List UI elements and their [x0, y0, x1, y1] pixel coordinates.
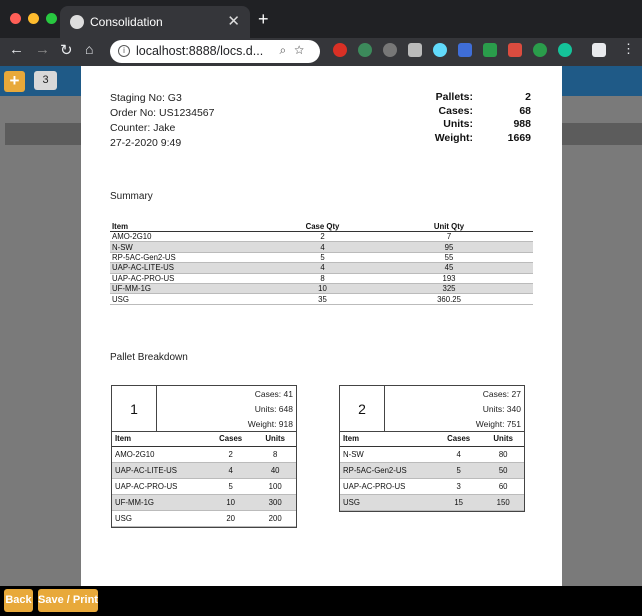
back-arrow-icon[interactable]: ←	[9, 41, 24, 58]
pallet-table: Item Cases Units N-SW 4 80 RP-5AC-Gen2-US 5…	[340, 432, 524, 511]
table-row: UAP-AC-PRO-US 8 193	[110, 273, 533, 284]
table-row: USG 35 360.25	[110, 293, 533, 305]
pallet-breakdown-title: Pallet Breakdown	[110, 352, 188, 363]
extension-box-icon[interactable]	[408, 43, 422, 57]
staging-number: Staging No: G3	[110, 92, 182, 104]
table-row: UAP-AC-PRO-US 5 100	[112, 478, 296, 495]
omnibox-actions: ⌕☆	[279, 43, 312, 58]
table-row: UF-MM-1G 10 300	[112, 494, 296, 511]
pallet-header: 1 Cases: 41 Units: 648 Weight: 918	[112, 386, 296, 432]
forward-arrow-icon[interactable]: →	[35, 41, 50, 58]
summary-header-item: Item	[110, 222, 280, 232]
address-bar[interactable]: i localhost:8888/locs.d... ⌕☆	[110, 40, 320, 63]
total-weight: Weight: 1669	[434, 131, 531, 144]
pallet-header-cases: Cases	[435, 432, 483, 447]
extension-badge-icon[interactable]	[358, 43, 372, 57]
url-text: localhost:8888/locs.d...	[136, 44, 264, 58]
extension-check-icon[interactable]	[483, 43, 497, 57]
table-row: AMO-2G10 2 7	[110, 231, 533, 243]
pallet-number: 2	[340, 386, 385, 431]
consolidation-document: Staging No: G3 Order No: US1234567 Count…	[81, 66, 562, 586]
extension-green-dot-icon[interactable]	[533, 43, 547, 57]
total-units: Units: 988	[443, 118, 531, 130]
table-row: N-SW 4 80	[340, 446, 524, 463]
pallet-card-1: 1 Cases: 41 Units: 648 Weight: 918 Item …	[111, 385, 297, 528]
extension-window-icon[interactable]	[592, 43, 606, 57]
tab-title: Consolidation	[90, 15, 163, 29]
total-cases: Cases: 68	[438, 104, 531, 117]
summary-header-case-qty: Case Qty	[280, 222, 365, 232]
table-row: N-SW 4 95	[110, 241, 533, 253]
table-row: UAP-AC-LITE-US 4 45	[110, 262, 533, 274]
favicon-icon	[70, 15, 84, 29]
pallet-table: Item Cases Units AMO-2G10 2 8 UAP-AC-LITE-…	[112, 432, 296, 527]
extension-todoist-icon[interactable]	[508, 43, 522, 57]
pallet-header-cases: Cases	[207, 432, 255, 447]
summary-title: Summary	[110, 191, 153, 202]
close-tab-icon[interactable]: ✕	[227, 12, 240, 30]
browser-menu-icon[interactable]: ⋮	[622, 41, 635, 57]
summary-header-unit-qty: Unit Qty	[365, 222, 533, 232]
zoom-icon[interactable]: ⌕	[279, 43, 294, 57]
summary-table: Item Case Qty Unit Qty AMO-2G10 2 7 N-SW 4 9…	[110, 222, 533, 305]
footer-bar: Back Save / Print	[0, 586, 642, 616]
counter-name: Counter: Jake	[110, 122, 176, 134]
extension-lightbulb-icon[interactable]	[383, 43, 397, 57]
table-row: UAP-AC-LITE-US 4 40	[112, 462, 296, 479]
pallet-header-units: Units	[254, 432, 296, 447]
pallet-stats: Cases: 41 Units: 648 Weight: 918	[157, 386, 296, 431]
extension-stop-icon[interactable]	[333, 43, 347, 57]
window-controls	[10, 13, 57, 24]
reload-icon[interactable]: ↻	[60, 41, 73, 59]
pallet-units: Units: 340	[482, 404, 521, 414]
home-icon[interactable]: ⌂	[85, 41, 93, 57]
back-button[interactable]: Back	[4, 589, 33, 612]
pallet-card-2: 2 Cases: 27 Units: 340 Weight: 751 Item …	[339, 385, 525, 512]
new-tab-icon[interactable]: +	[258, 9, 269, 30]
table-row: AMO-2G10 2 8	[112, 446, 296, 463]
pallet-header-item: Item	[112, 432, 207, 447]
pallet-weight: Weight: 918	[247, 419, 293, 429]
total-pallets: Pallets: 2	[435, 91, 531, 103]
pallet-header: 2 Cases: 27 Units: 340 Weight: 751	[340, 386, 524, 432]
extension-react-icon[interactable]	[433, 43, 447, 57]
pallet-cases: Cases: 41	[254, 389, 293, 399]
browser-toolbar: ← → ↻ ⌂ i localhost:8888/locs.d... ⌕☆ ⋮	[0, 38, 642, 66]
minimize-window-button[interactable]	[28, 13, 39, 24]
table-row: RP-5AC-Gen2-US 5 55	[110, 252, 533, 264]
table-row: UAP-AC-PRO-US 3 60	[340, 478, 524, 495]
pallet-header-item: Item	[340, 432, 435, 447]
add-button[interactable]: +	[4, 71, 25, 92]
site-info-icon[interactable]: i	[118, 45, 130, 57]
order-datetime: 27-2-2020 9:49	[110, 137, 182, 149]
table-row: USG 15 150	[340, 494, 524, 511]
table-row: RP-5AC-Gen2-US 5 50	[340, 462, 524, 479]
browser-tab[interactable]: Consolidation ✕	[60, 6, 250, 38]
pallet-number: 1	[112, 386, 157, 431]
pallet-cases: Cases: 27	[482, 389, 521, 399]
table-row: USG 20 200	[112, 510, 296, 527]
table-row: UF-MM-1G 10 325	[110, 283, 533, 295]
bookmark-star-icon[interactable]: ☆	[294, 43, 312, 57]
zoom-window-button[interactable]	[46, 13, 57, 24]
save-print-button[interactable]: Save / Print	[38, 589, 98, 612]
pallet-header-units: Units	[482, 432, 524, 447]
pallet-units: Units: 648	[254, 404, 293, 414]
extension-grammarly-icon[interactable]	[558, 43, 572, 57]
totals-panel: Pallets: 2 Cases: 68 Units: 988 Weight: 1669	[401, 91, 531, 145]
order-info: Staging No: G3 Order No: US1234567 Count…	[110, 91, 214, 151]
close-window-button[interactable]	[10, 13, 21, 24]
pallet-weight: Weight: 751	[475, 419, 521, 429]
pallet-stats: Cases: 27 Units: 340 Weight: 751	[385, 386, 524, 431]
order-number: Order No: US1234567	[110, 107, 215, 119]
count-badge[interactable]: 3	[34, 71, 57, 90]
browser-tab-strip: Consolidation ✕ +	[0, 0, 642, 38]
extension-blue-square-icon[interactable]	[458, 43, 472, 57]
